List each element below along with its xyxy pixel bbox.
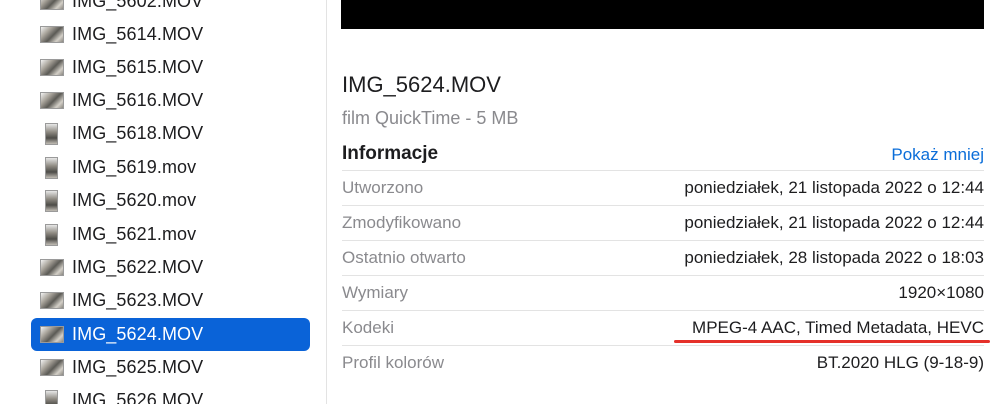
info-value: poniedziałek, 21 listopada 2022 o 12:44	[684, 213, 984, 232]
info-row: Wymiary 1920×1080	[342, 275, 984, 310]
file-list-item[interactable]: IMG_5614.MOV	[31, 18, 310, 51]
video-thumbnail-icon	[40, 92, 64, 109]
video-thumbnail-icon	[45, 156, 58, 179]
annotation-underline	[674, 340, 990, 343]
info-row: Ostatnio otwarto poniedziałek, 28 listopa…	[342, 240, 984, 275]
file-name: IMG_5620.mov	[72, 190, 197, 210]
file-list-item[interactable]: IMG_5621.mov	[31, 218, 310, 251]
file-list: IMG_5602.MOV IMG_5614.MOV IMG_5615.MOV IMG_…	[0, 0, 327, 404]
file-list-item[interactable]: IMG_5602.MOV	[31, 0, 310, 18]
video-thumbnail-icon	[40, 59, 64, 76]
file-list-item[interactable]: IMG_5623.MOV	[31, 284, 310, 317]
video-thumbnail-icon	[45, 122, 58, 145]
info-label: Wymiary	[342, 283, 408, 302]
video-thumbnail-icon	[45, 223, 58, 246]
info-label: Utworzono	[342, 178, 424, 197]
video-thumbnail-icon	[45, 189, 58, 212]
video-thumbnail-icon	[40, 26, 64, 43]
info-label: Profil kolorów	[342, 353, 445, 372]
info-value: poniedziałek, 28 listopada 2022 o 18:03	[684, 248, 984, 267]
info-value: poniedziałek, 21 listopada 2022 o 12:44	[684, 178, 984, 197]
file-name: IMG_5615.MOV	[72, 57, 204, 77]
file-name: IMG_5625.MOV	[72, 357, 204, 377]
file-list-item[interactable]: IMG_5616.MOV	[31, 84, 310, 117]
file-name: IMG_5619.mov	[72, 157, 197, 177]
file-name: IMG_5623.MOV	[72, 290, 204, 310]
section-title-informacje: Informacje	[342, 143, 439, 164]
show-less-link[interactable]: Pokaż mniej	[891, 145, 984, 165]
info-label: Zmodyfikowano	[342, 213, 462, 232]
video-thumbnail-icon	[40, 359, 64, 376]
info-row: Utworzono poniedziałek, 21 listopada 2022…	[342, 170, 984, 205]
info-value: BT.2020 HLG (9-18-9)	[816, 353, 984, 372]
file-name: IMG_5602.MOV	[72, 0, 204, 11]
file-list-item[interactable]: IMG_5618.MOV	[31, 117, 310, 150]
video-thumbnail-icon	[45, 389, 58, 404]
file-list-item[interactable]: IMG_5622.MOV	[31, 251, 310, 284]
file-name: IMG_5621.mov	[72, 224, 197, 244]
file-list-item[interactable]: IMG_5615.MOV	[31, 51, 310, 84]
file-name: IMG_5614.MOV	[72, 24, 204, 44]
video-thumbnail-icon	[40, 326, 64, 343]
file-kind-size: film QuickTime - 5 MB	[342, 108, 519, 128]
file-list-item[interactable]: IMG_5619.mov	[31, 151, 310, 184]
file-title: IMG_5624.MOV	[342, 72, 501, 97]
file-list-item[interactable]: IMG_5624.MOV	[31, 318, 310, 351]
file-name: IMG_5624.MOV	[72, 324, 204, 344]
info-value: 1920×1080	[898, 283, 984, 302]
video-preview[interactable]	[341, 0, 984, 29]
info-row: Zmodyfikowano poniedziałek, 21 listopada …	[342, 205, 984, 240]
file-name: IMG_5616.MOV	[72, 90, 204, 110]
file-list-item[interactable]: IMG_5620.mov	[31, 184, 310, 217]
video-thumbnail-icon	[40, 0, 64, 10]
file-list-item[interactable]: IMG_5625.MOV	[31, 351, 310, 384]
file-name: IMG_5626.MOV	[72, 390, 204, 404]
video-thumbnail-icon	[40, 259, 64, 276]
info-row: Profil kolorów BT.2020 HLG (9-18-9)	[342, 345, 984, 380]
info-value: MPEG-4 AAC, Timed Metadata, HEVC	[692, 318, 984, 337]
file-list-item[interactable]: IMG_5626.MOV	[31, 384, 310, 404]
info-label: Ostatnio otwarto	[342, 248, 466, 267]
info-label: Kodeki	[342, 318, 394, 337]
file-name: IMG_5618.MOV	[72, 123, 204, 143]
video-thumbnail-icon	[40, 292, 64, 309]
file-name: IMG_5622.MOV	[72, 257, 204, 277]
